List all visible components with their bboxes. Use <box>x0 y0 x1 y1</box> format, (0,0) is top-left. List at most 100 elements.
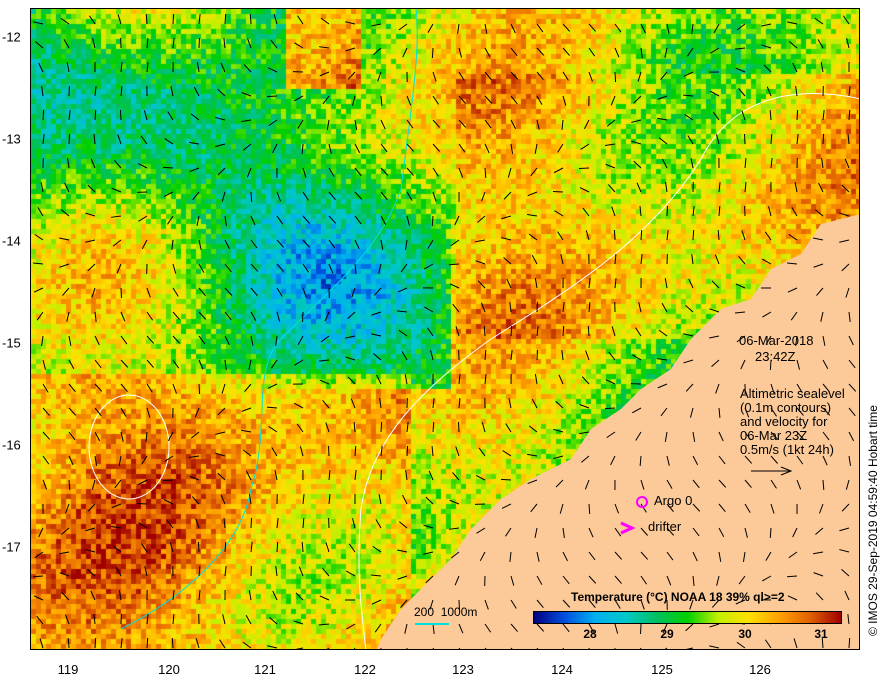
velocity-arrow <box>268 426 278 433</box>
velocity-arrow <box>688 278 694 289</box>
velocity-arrow <box>432 191 437 202</box>
velocity-arrow <box>527 453 538 457</box>
velocity-arrow <box>189 141 200 145</box>
velocity-arrow <box>820 62 824 73</box>
velocity-arrow <box>588 503 591 515</box>
velocity-arrow <box>404 239 408 250</box>
velocity-arrow <box>839 212 850 217</box>
velocity-arrow <box>217 472 226 481</box>
velocity-arrow <box>848 637 851 649</box>
velocity-arrow <box>328 469 331 481</box>
x-tick-label: 121 <box>254 662 276 677</box>
velocity-arrow <box>193 86 200 97</box>
velocity-arrow <box>632 354 642 361</box>
velocity-arrow <box>293 402 304 409</box>
velocity-arrow <box>354 143 361 154</box>
velocity-arrow <box>458 47 463 58</box>
velocity-arrow <box>715 134 720 145</box>
velocity-arrow <box>527 191 538 197</box>
velocity-arrow <box>455 326 460 337</box>
velocity-arrow <box>848 109 851 121</box>
velocity-arrow <box>322 95 330 105</box>
velocity-arrow <box>42 134 45 145</box>
velocity-arrow <box>39 638 44 649</box>
velocity-arrow <box>114 479 122 489</box>
velocity-arrow <box>380 215 387 226</box>
velocity-arrow <box>301 541 304 553</box>
velocity-arrow <box>457 23 460 34</box>
argo-label: Argo 0 <box>654 493 693 508</box>
velocity-arrow <box>346 570 356 577</box>
velocity-arrow <box>144 566 148 577</box>
y-tick-label: -12 <box>2 29 21 45</box>
velocity-arrow <box>510 47 518 57</box>
velocity-arrow <box>198 335 206 345</box>
velocity-arrow <box>299 446 304 457</box>
velocity-arrow <box>477 215 486 223</box>
velocity-arrow <box>42 479 48 490</box>
velocity-arrow <box>402 494 408 505</box>
velocity-arrow <box>528 233 538 241</box>
velocity-arrow <box>658 137 668 145</box>
bathymetry-legend-label: 200 1000m <box>414 605 478 619</box>
velocity-arrow <box>41 86 44 97</box>
velocity-arrow <box>398 329 408 337</box>
velocity-arrow <box>371 311 382 316</box>
velocity-arrow <box>90 158 96 169</box>
velocity-arrow <box>744 181 747 193</box>
velocity-arrow <box>67 158 70 169</box>
velocity-arrow <box>769 109 772 121</box>
y-tick-label: -13 <box>2 131 21 147</box>
velocity-arrow <box>709 308 720 313</box>
velocity-arrow <box>167 431 174 442</box>
velocity-arrow <box>682 94 694 97</box>
velocity-arrow <box>452 303 460 313</box>
velocity-arrow <box>115 566 122 577</box>
velocity-arrow <box>328 215 337 224</box>
colorbar-label: 29 <box>660 627 674 641</box>
velocity-arrow <box>354 191 363 200</box>
velocity-arrow <box>94 359 102 369</box>
velocity-arrow <box>269 617 278 625</box>
velocity-arrow <box>32 262 44 265</box>
velocity-arrow <box>796 134 799 145</box>
velocity-arrow <box>346 623 356 630</box>
velocity-arrow <box>146 311 154 321</box>
velocity-arrow <box>194 407 200 418</box>
velocity-arrow <box>243 64 252 73</box>
velocity-arrow <box>250 517 253 529</box>
velocity-arrow <box>297 119 304 129</box>
velocity-arrow <box>484 23 488 34</box>
velocity-arrow <box>276 287 283 297</box>
x-tick-label: 124 <box>551 662 573 677</box>
velocity-arrow <box>119 109 122 121</box>
velocity-arrow <box>246 167 252 178</box>
velocity-arrow <box>250 311 257 321</box>
velocity-arrow <box>345 356 356 361</box>
velocity-arrow <box>65 614 70 625</box>
velocity-arrow <box>319 359 330 362</box>
velocity-arrow <box>401 351 408 361</box>
velocity-arrow <box>87 184 96 193</box>
velocity-arrow <box>450 239 460 247</box>
velocity-arrow <box>241 92 252 97</box>
velocity-arrow <box>423 524 434 529</box>
velocity-arrow <box>328 143 332 154</box>
velocity-arrow <box>507 167 512 178</box>
velocity-arrow <box>458 167 464 178</box>
velocity-arrow <box>376 374 382 385</box>
velocity-arrow <box>224 359 227 370</box>
velocity-arrow <box>400 263 408 273</box>
velocity-arrow <box>68 359 75 370</box>
velocity-arrow <box>274 470 278 481</box>
velocity-arrow <box>579 187 590 193</box>
velocity-arrow <box>503 191 512 200</box>
velocity-arrow <box>217 167 226 176</box>
velocity-arrow <box>33 595 44 601</box>
velocity-arrow <box>172 263 177 274</box>
velocity-arrow <box>587 325 590 337</box>
velocity-arrow <box>172 38 175 49</box>
velocity-arrow <box>558 374 564 385</box>
velocity-arrow <box>41 335 44 346</box>
velocity-arrow <box>32 575 44 578</box>
